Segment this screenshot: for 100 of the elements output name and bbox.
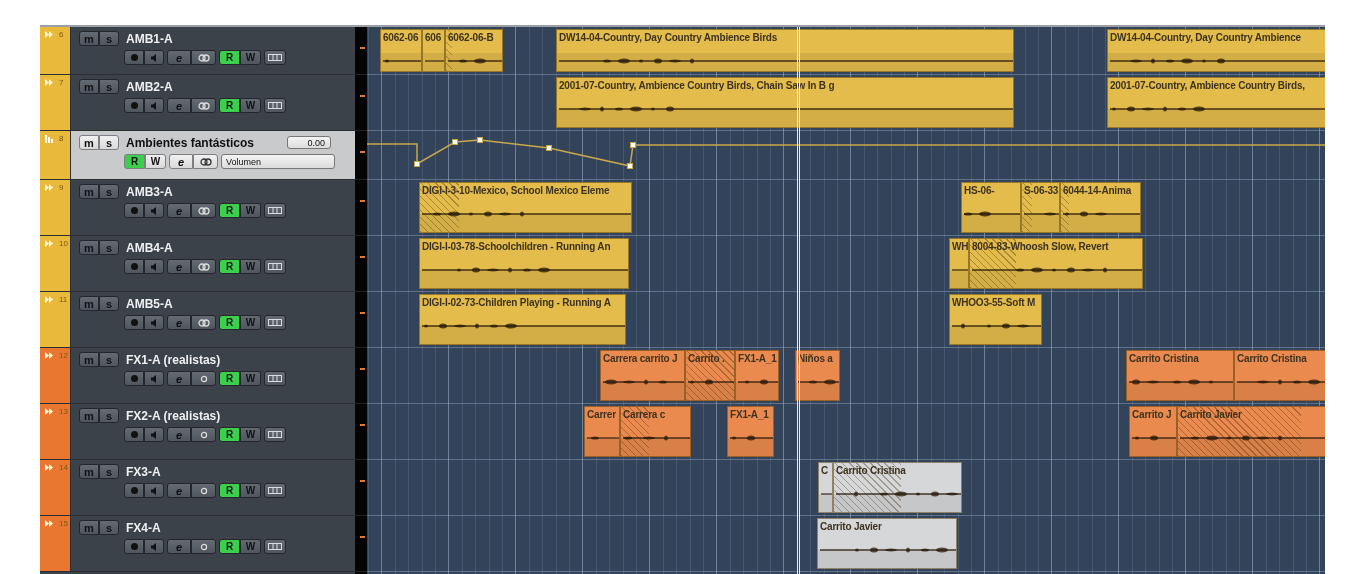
edit-button[interactable]: e [167, 483, 191, 498]
mute-button[interactable]: m [79, 296, 99, 311]
read-button[interactable]: R [219, 203, 240, 218]
mute-button[interactable]: m [79, 464, 99, 479]
solo-button[interactable]: s [99, 240, 119, 255]
audio-clip[interactable]: 6062-06 [380, 29, 422, 72]
edit-button[interactable]: e [167, 98, 191, 113]
solo-button[interactable]: s [99, 464, 119, 479]
write-button[interactable]: W [240, 427, 261, 442]
lanes-button[interactable] [264, 98, 286, 113]
lanes-button[interactable] [264, 371, 286, 386]
monitor-button[interactable] [144, 315, 164, 330]
read-button[interactable]: R [219, 371, 240, 386]
mute-button[interactable]: m [79, 520, 99, 535]
edit-button[interactable]: e [169, 154, 193, 169]
audio-clip[interactable]: WHOO3-55-Soft M [949, 294, 1042, 345]
record-button[interactable] [124, 539, 144, 554]
edit-button[interactable]: e [167, 315, 191, 330]
monitor-button[interactable] [144, 259, 164, 274]
solo-button[interactable]: s [99, 520, 119, 535]
read-button[interactable]: R [219, 483, 240, 498]
read-button[interactable]: R [219, 98, 240, 113]
parameter-field[interactable]: Volumen [221, 154, 335, 169]
audio-clip[interactable]: Carrito Cristina [833, 462, 962, 513]
audio-clip[interactable]: Carrera carrito J [600, 350, 685, 401]
record-button[interactable] [124, 50, 144, 65]
mute-button[interactable]: m [79, 31, 99, 46]
record-button[interactable] [124, 483, 144, 498]
monitor-button[interactable] [144, 371, 164, 386]
audio-clip[interactable]: Carrito Javier [817, 518, 957, 569]
write-button[interactable]: W [145, 154, 166, 169]
edit-button[interactable]: e [167, 259, 191, 274]
audio-clip[interactable]: Carrito . [685, 350, 735, 401]
audio-clip[interactable]: DIGI-I-03-78-Schoolchildren - Running An [419, 238, 629, 289]
monitor-button[interactable] [144, 483, 164, 498]
edit-button[interactable]: e [167, 50, 191, 65]
record-button[interactable] [124, 427, 144, 442]
record-button[interactable] [124, 371, 144, 386]
read-button[interactable]: R [219, 259, 240, 274]
solo-button[interactable]: s [99, 31, 119, 46]
audio-clip[interactable]: Carrito Cristina [1126, 350, 1234, 401]
solo-button[interactable]: s [99, 352, 119, 367]
edit-button[interactable]: e [167, 203, 191, 218]
read-button[interactable]: R [219, 50, 240, 65]
solo-button[interactable]: s [99, 408, 119, 423]
record-button[interactable] [124, 259, 144, 274]
record-button[interactable] [124, 203, 144, 218]
mute-button[interactable]: m [79, 352, 99, 367]
monitor-button[interactable] [144, 50, 164, 65]
audio-clip[interactable]: 8004-83-Whoosh Slow, Revert [969, 238, 1143, 289]
audio-clip[interactable]: 2001-07-Country, Ambience Country Birds, [1107, 77, 1325, 128]
solo-button[interactable]: s [99, 184, 119, 199]
lanes-button[interactable] [264, 50, 286, 65]
audio-clip[interactable]: HS-06- [961, 182, 1021, 233]
write-button[interactable]: W [240, 539, 261, 554]
lanes-button[interactable] [264, 203, 286, 218]
audio-clip[interactable]: DW14-04-Country, Day Country Ambience Birds [556, 29, 1014, 72]
audio-clip[interactable]: Carrer [584, 406, 620, 457]
write-button[interactable]: W [240, 371, 261, 386]
audio-clip[interactable]: Carrito J [1129, 406, 1177, 457]
audio-clip[interactable]: 6062-06-B [445, 29, 503, 72]
audio-clip[interactable]: WH [949, 238, 969, 289]
mute-button[interactable]: m [79, 184, 99, 199]
audio-clip[interactable]: DIGI-I-3-10-Mexico, School Mexico Eleme [419, 182, 632, 233]
read-button[interactable]: R [124, 154, 145, 169]
edit-button[interactable]: e [167, 539, 191, 554]
audio-clip[interactable]: DW14-04-Country, Day Country Ambience [1107, 29, 1325, 72]
mute-button[interactable]: m [79, 79, 99, 94]
value-field[interactable]: 0.00 [287, 136, 331, 149]
audio-clip[interactable]: Carrito Cristina [1234, 350, 1325, 401]
solo-button[interactable]: s [99, 296, 119, 311]
lanes-button[interactable] [264, 539, 286, 554]
write-button[interactable]: W [240, 50, 261, 65]
lanes-button[interactable] [264, 259, 286, 274]
mute-button[interactable]: m [79, 240, 99, 255]
write-button[interactable]: W [240, 98, 261, 113]
write-button[interactable]: W [240, 315, 261, 330]
lanes-button[interactable] [264, 483, 286, 498]
read-button[interactable]: R [219, 427, 240, 442]
record-button[interactable] [124, 315, 144, 330]
record-button[interactable] [124, 98, 144, 113]
write-button[interactable]: W [240, 259, 261, 274]
mute-button[interactable]: m [79, 408, 99, 423]
lanes-button[interactable] [264, 315, 286, 330]
mute-button[interactable]: m [79, 135, 99, 150]
write-button[interactable]: W [240, 203, 261, 218]
monitor-button[interactable] [144, 203, 164, 218]
audio-clip[interactable]: FX1-A_1 [727, 406, 774, 457]
audio-clip[interactable]: S-06-33 [1021, 182, 1060, 233]
monitor-button[interactable] [144, 98, 164, 113]
audio-clip[interactable]: 6044-14-Anima [1060, 182, 1141, 233]
audio-clip[interactable]: Carrera c [620, 406, 691, 457]
audio-clip[interactable]: DIGI-I-02-73-Children Playing - Running A [419, 294, 626, 345]
monitor-button[interactable] [144, 539, 164, 554]
write-button[interactable]: W [240, 483, 261, 498]
audio-clip[interactable]: FX1-A_1 [735, 350, 779, 401]
edit-button[interactable]: e [167, 427, 191, 442]
monitor-button[interactable] [144, 427, 164, 442]
audio-clip[interactable]: Carrito Javier [1177, 406, 1325, 457]
edit-button[interactable]: e [167, 371, 191, 386]
